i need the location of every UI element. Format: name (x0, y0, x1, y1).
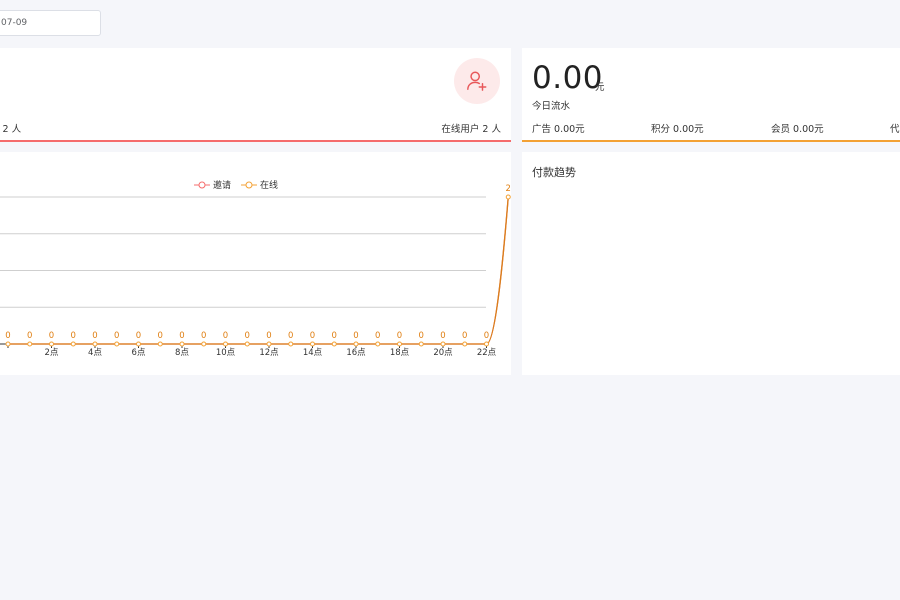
data-point (418, 341, 424, 347)
data-label: 0 (114, 331, 119, 341)
data-label: 0 (462, 331, 467, 341)
data-label: 0 (201, 331, 206, 341)
data-point (92, 341, 98, 347)
data-label: 0 (397, 331, 402, 341)
revenue-unit: 元 (595, 82, 605, 93)
data-point (136, 341, 141, 347)
data-label: 0 (440, 331, 445, 341)
agent-revenue: 代 (890, 124, 900, 135)
data-point (201, 341, 207, 347)
data-point (440, 341, 446, 347)
data-point (266, 341, 272, 347)
data-label: 0 (179, 331, 184, 341)
data-point (179, 341, 185, 347)
data-label: 0 (92, 331, 97, 341)
data-point (114, 341, 120, 347)
data-point (244, 341, 250, 347)
data-point (331, 341, 337, 347)
membership-revenue: 会员 0.00元 (771, 124, 824, 135)
data-point (223, 341, 228, 347)
online-user-count: 在线用户 2 人 (441, 124, 501, 135)
data-label: 0 (288, 331, 293, 341)
data-point (49, 341, 54, 347)
today-revenue-value: 0.00 (532, 60, 604, 96)
data-point (462, 341, 468, 347)
x-tick-label: 6点 (132, 348, 146, 358)
points-revenue: 积分 0.00元 (651, 124, 704, 135)
data-point (353, 341, 359, 347)
data-label: 0 (136, 331, 141, 341)
x-tick-label: 8点 (175, 348, 189, 358)
date-picker[interactable]: 07-09 (0, 10, 101, 36)
data-point (5, 341, 11, 347)
data-point (70, 341, 76, 347)
x-tick-label: 12点 (259, 348, 279, 358)
user-trend-chart: 2点 4点 6点 8点 10点 12点 14点 16点 18点 20点 22点 0 0 0 0 0 0 0 0 0 0 0… (0, 184, 511, 358)
x-tick-label: 18点 (390, 348, 410, 358)
data-label: 0 (310, 331, 315, 341)
data-point (157, 341, 163, 347)
payment-trend-card: 付款趋势 (522, 152, 900, 375)
user-add-icon (454, 58, 500, 104)
data-point (375, 341, 381, 347)
invite-count: 请 2 人 (0, 124, 22, 135)
data-point (505, 194, 511, 200)
data-label: 0 (5, 331, 10, 341)
user-stats-card: 请 请 2 人 在线用户 2 人 (0, 48, 511, 142)
x-tick-label: 10点 (216, 348, 236, 358)
data-label: 2 (506, 184, 511, 194)
x-tick-label: 4点 (88, 348, 102, 358)
revenue-card: 0.00 元 今日流水 广告 0.00元 积分 0.00元 会员 0.00元 代 (522, 48, 900, 142)
data-label: 0 (245, 331, 250, 341)
x-tick-label: 22点 (477, 348, 497, 358)
payment-trend-title: 付款趋势 (532, 166, 576, 179)
ad-revenue: 广告 0.00元 (532, 124, 585, 135)
data-label: 0 (27, 331, 32, 341)
data-point (484, 341, 489, 347)
data-label: 0 (375, 331, 380, 341)
data-label: 0 (332, 331, 337, 341)
x-tick-label: 20点 (433, 348, 453, 358)
data-label: 0 (353, 331, 358, 341)
data-label: 0 (71, 331, 76, 341)
data-point (397, 341, 402, 347)
data-label: 0 (158, 331, 163, 341)
data-label: 0 (223, 331, 228, 341)
data-label: 0 (419, 331, 424, 341)
x-tick-label: 16点 (346, 348, 366, 358)
data-point (310, 341, 315, 347)
x-tick-label: 2点 (45, 348, 59, 358)
date-value: 07-09 (1, 18, 28, 28)
x-tick-label: 14点 (303, 348, 323, 358)
data-label: 0 (266, 331, 271, 341)
data-point (288, 341, 294, 347)
data-point (27, 341, 33, 347)
data-label: 0 (484, 331, 489, 341)
data-label: 0 (49, 331, 54, 341)
today-revenue-label: 今日流水 (532, 101, 571, 112)
